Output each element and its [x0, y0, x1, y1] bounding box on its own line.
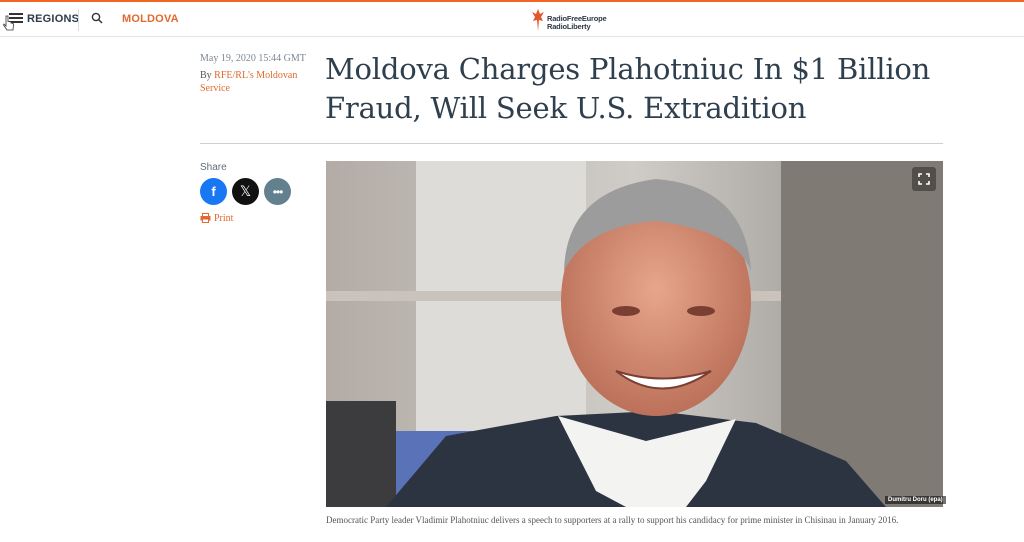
publish-date: May 19, 2020 15:44 GMT [200, 53, 306, 64]
facebook-share-button[interactable]: f [200, 178, 227, 205]
mouse-cursor-icon [3, 15, 14, 31]
rferl-logo[interactable]: RadioFreeEurope RadioLiberty [531, 8, 621, 34]
section-moldova-link[interactable]: MOLDOVA [122, 13, 179, 25]
author-link[interactable]: RFE/RL's Moldovan Service [200, 70, 297, 94]
expand-icon [918, 173, 930, 185]
byline: By RFE/RL's Moldovan Service [200, 69, 310, 95]
photo-credit: Dumitru Doru (epa) [885, 496, 946, 504]
photo-illustration [326, 161, 943, 507]
x-icon: 𝕏 [239, 183, 252, 200]
nav-divider [78, 9, 79, 31]
logo-line-2: RadioLiberty [547, 22, 591, 31]
top-navigation-bar: REGIONS MOLDOVA RadioFreeEurope RadioLib… [0, 0, 1024, 37]
print-label: Print [214, 213, 234, 224]
more-share-button[interactable]: ••• [264, 178, 291, 205]
x-share-button[interactable]: 𝕏 [232, 178, 259, 205]
search-icon[interactable] [91, 12, 103, 24]
more-icon: ••• [272, 184, 284, 199]
share-label: Share [200, 162, 227, 173]
byline-prefix: By [200, 70, 212, 81]
article-photo [326, 161, 943, 507]
photo-caption: Democratic Party leader Vladimir Plahotn… [326, 515, 899, 525]
expand-image-button[interactable] [912, 167, 936, 191]
printer-icon [200, 213, 211, 223]
article-title: Moldova Charges Plahotniuc In $1 Billion… [325, 52, 931, 125]
regions-menu-link[interactable]: REGIONS [27, 13, 79, 25]
print-link[interactable]: Print [200, 213, 233, 224]
torch-icon [532, 9, 544, 31]
header-divider [200, 143, 943, 144]
facebook-icon: f [211, 184, 216, 199]
